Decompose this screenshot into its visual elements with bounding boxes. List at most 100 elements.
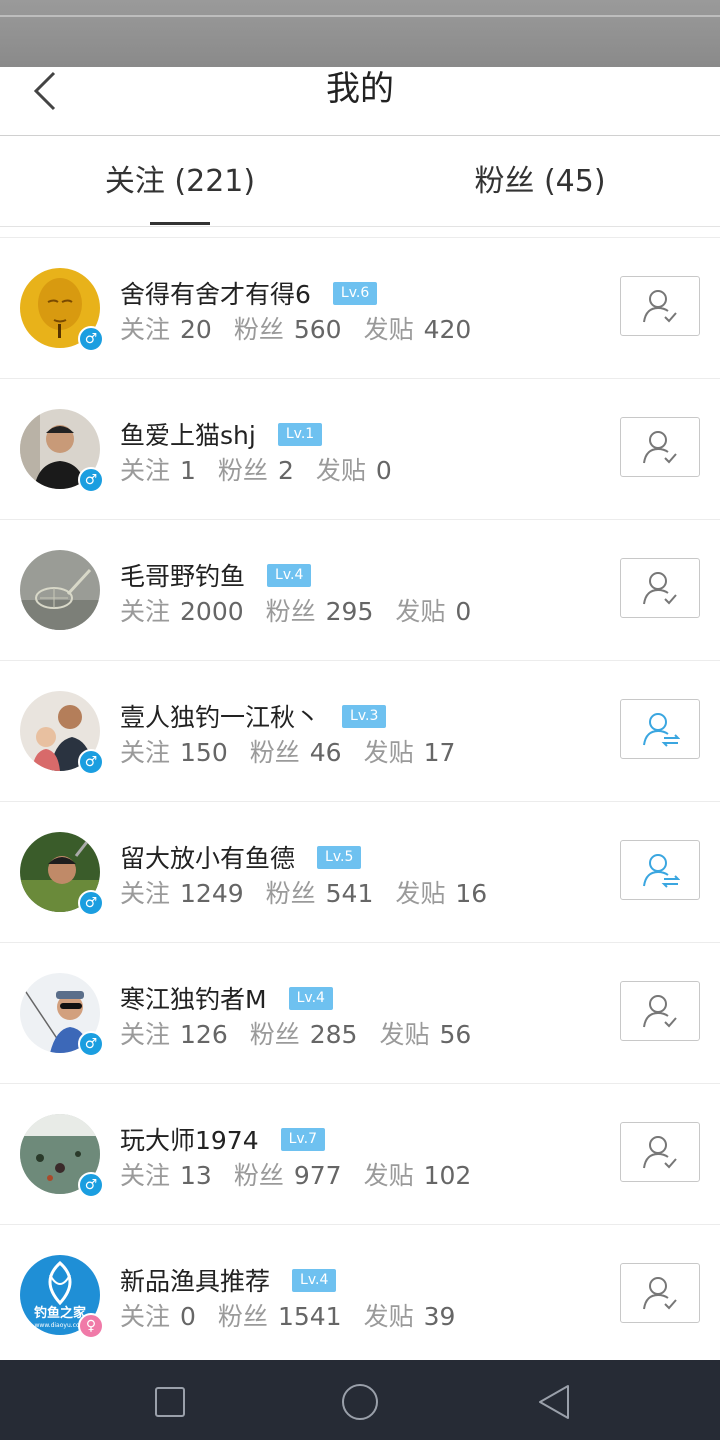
level-badge: Lv.1 (277, 422, 323, 446)
fans-count: 46 (309, 738, 342, 767)
following-label: 关注 (120, 315, 171, 344)
level-badge: Lv.3 (342, 704, 387, 728)
level-badge: Lv.4 (292, 1268, 337, 1292)
male-badge-icon: ♂ (78, 749, 104, 775)
following-count: 2000 (180, 597, 244, 626)
square-icon (155, 1387, 185, 1417)
followed-user-icon (643, 290, 677, 323)
male-badge-icon: ♂ (78, 1031, 104, 1057)
followed-user-icon (643, 1136, 677, 1169)
posts-count: 56 (439, 1020, 472, 1049)
user-name[interactable]: 留大放小有鱼德 (120, 839, 295, 875)
user-row[interactable]: ♂ 壹人独钓一江秋丶 Lv.3 关注 150 粉丝 46 发贴 17 (0, 661, 720, 802)
back-nav-button[interactable] (534, 1382, 574, 1422)
posts-label: 发贴 (315, 456, 366, 485)
posts-label: 发贴 (363, 315, 414, 344)
user-name[interactable]: 玩大师1974 (120, 1121, 259, 1157)
level-badge: Lv.7 (280, 1127, 325, 1151)
posts-count: 0 (375, 456, 392, 485)
posts-count: 39 (423, 1302, 456, 1331)
following-count: 13 (180, 1161, 212, 1190)
user-stats: 关注 13 粉丝 977 发贴 102 (120, 1156, 493, 1192)
female-badge-icon: ♀ (78, 1313, 104, 1339)
posts-count: 0 (455, 597, 472, 626)
system-nav-bar (0, 1360, 720, 1440)
avatar[interactable] (20, 550, 100, 630)
fans-count: 2 (277, 456, 294, 485)
title-bar: 我的 (0, 67, 720, 136)
circle-icon (342, 1384, 378, 1420)
following-count: 20 (180, 315, 212, 344)
following-count: 126 (180, 1020, 228, 1049)
user-name[interactable]: 毛哥野钓鱼 (120, 557, 245, 593)
follow-status-button[interactable] (620, 840, 700, 900)
follow-status-button[interactable] (620, 1122, 700, 1182)
follow-status-button[interactable] (620, 276, 700, 336)
tab-bar: 关注 (221) 粉丝 (45) (0, 136, 720, 227)
follow-status-button[interactable] (620, 417, 700, 477)
user-name[interactable]: 新品渔具推荐 (120, 1262, 270, 1298)
fans-count: 560 (293, 315, 342, 344)
tab-fans[interactable]: 粉丝 (45) (360, 136, 720, 226)
user-row[interactable]: ♂ 鱼爱上猫shj Lv.1 关注 1 粉丝 2 发贴 0 (0, 379, 720, 520)
fans-label: 粉丝 (233, 1161, 284, 1190)
following-count: 0 (180, 1302, 196, 1331)
fans-count: 541 (325, 879, 374, 908)
user-row[interactable]: ♂ 寒江独钓者M Lv.4 关注 126 粉丝 285 发贴 56 (0, 943, 720, 1084)
level-badge: Lv.4 (288, 986, 333, 1010)
user-row[interactable]: 毛哥野钓鱼 Lv.4 关注 2000 粉丝 295 发贴 0 (0, 520, 720, 661)
level-badge: Lv.4 (267, 563, 312, 587)
posts-count: 420 (423, 315, 472, 344)
user-row[interactable]: ♂ 舍得有舍才有得6 Lv.6 关注 20 粉丝 560 发贴 420 (0, 238, 720, 379)
level-badge: Lv.5 (317, 845, 362, 869)
male-badge-icon: ♂ (78, 467, 104, 493)
user-row[interactable]: ♂ 留大放小有鱼德 Lv.5 关注 1249 粉丝 541 发贴 16 (0, 802, 720, 943)
user-name[interactable]: 壹人独钓一江秋丶 (120, 698, 320, 734)
user-list: ♂ 舍得有舍才有得6 Lv.6 关注 20 粉丝 560 发贴 420 ♂ 鱼爱上猫shj Lv.1 关… (0, 238, 720, 1360)
status-bar (0, 0, 720, 67)
user-name[interactable]: 鱼爱上猫shj (120, 416, 256, 452)
fans-count: 285 (309, 1020, 358, 1049)
following-count: 150 (180, 738, 228, 767)
active-tab-indicator (150, 222, 210, 225)
posts-label: 发贴 (395, 879, 446, 908)
posts-count: 102 (423, 1161, 472, 1190)
fans-label: 粉丝 (233, 315, 284, 344)
following-count: 1 (180, 456, 196, 485)
fans-label: 粉丝 (265, 597, 316, 626)
user-name[interactable]: 舍得有舍才有得6 (120, 275, 311, 311)
posts-count: 17 (423, 738, 456, 767)
posts-label: 发贴 (395, 597, 446, 626)
following-label: 关注 (120, 738, 171, 767)
user-name[interactable]: 寒江独钓者M (120, 980, 267, 1016)
user-stats: 关注 1 粉丝 2 发贴 0 (120, 451, 414, 487)
follow-status-button[interactable] (620, 558, 700, 618)
posts-label: 发贴 (363, 1161, 414, 1190)
follow-status-button[interactable] (620, 1263, 700, 1323)
home-button[interactable] (340, 1382, 380, 1422)
user-row[interactable]: 钓鱼之家 www.diaoyu.com ♀ 新品渔具推荐 Lv.4 关注 0 粉丝 1541 发贴… (0, 1225, 720, 1360)
mutual-follow-icon (643, 713, 680, 747)
user-stats: 关注 150 粉丝 46 发贴 17 (120, 733, 477, 769)
following-label: 关注 (120, 597, 171, 626)
fans-count: 977 (293, 1161, 342, 1190)
tab-following[interactable]: 关注 (221) (0, 136, 360, 226)
follow-status-button[interactable] (620, 699, 700, 759)
recents-button[interactable] (150, 1382, 190, 1422)
user-row[interactable]: ♂ 玩大师1974 Lv.7 关注 13 粉丝 977 发贴 102 (0, 1084, 720, 1225)
male-badge-icon: ♂ (78, 326, 104, 352)
following-label: 关注 (120, 1020, 171, 1049)
follow-status-button[interactable] (620, 981, 700, 1041)
fans-label: 粉丝 (249, 1020, 300, 1049)
posts-count: 16 (455, 879, 488, 908)
posts-label: 发贴 (363, 1302, 414, 1331)
following-label: 关注 (120, 1302, 171, 1331)
user-stats: 关注 0 粉丝 1541 发贴 39 (120, 1297, 477, 1333)
triangle-back-icon (539, 1385, 569, 1419)
posts-label: 发贴 (363, 738, 414, 767)
followed-user-icon (643, 1277, 677, 1310)
male-badge-icon: ♂ (78, 890, 104, 916)
fans-label: 粉丝 (217, 456, 268, 485)
mutual-follow-icon (643, 854, 680, 888)
followed-user-icon (643, 431, 677, 464)
